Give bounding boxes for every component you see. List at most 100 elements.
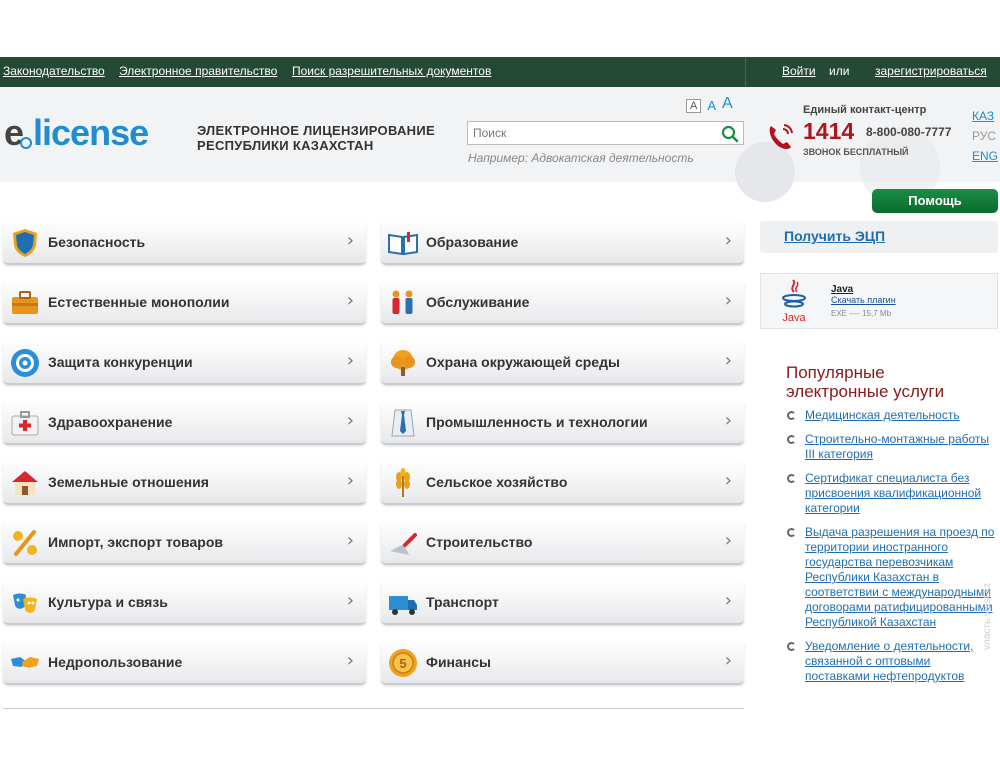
contact-center-title: Единый контакт-центр [803, 104, 927, 116]
nav-legislation-link[interactable]: Законодательство [3, 64, 105, 78]
category-environment[interactable]: Охрана окружающей среды › [381, 341, 744, 385]
top-nav-bar: Законодательство Электронное правительст… [0, 57, 1000, 87]
category-industry-technology[interactable]: Промышленность и технологии › [381, 401, 744, 445]
svg-text:Java: Java [782, 312, 806, 324]
popular-services-title: Популярные электронные услуги [786, 363, 945, 401]
people-icon [392, 290, 413, 314]
watermark: vласть vlast.kz [982, 582, 993, 650]
category-label: Естественные монополии [48, 294, 230, 310]
briefcase-icon [12, 291, 38, 314]
popular-service-link[interactable]: Уведомление о деятельности, связанной с … [805, 639, 973, 683]
bullet-icon [787, 528, 796, 537]
chevron-right-icon: › [724, 290, 732, 311]
category-natural-monopolies[interactable]: Естественные монополии › [3, 281, 366, 325]
lang-eng-link[interactable]: ENG [972, 149, 998, 163]
list-item: Выдача разрешения на проезд по территори… [786, 525, 998, 630]
register-link[interactable]: зарегистрироваться [875, 64, 987, 78]
list-item: Сертификат специалиста без присвоения кв… [786, 471, 998, 516]
list-item: Уведомление о деятельности, связанной с … [786, 639, 998, 684]
category-finance[interactable]: 5 Финансы › [381, 641, 744, 685]
bullet-icon [787, 474, 796, 483]
category-services[interactable]: Обслуживание › [381, 281, 744, 325]
percent-icon [13, 530, 37, 556]
site-logo[interactable]: e license [4, 113, 149, 153]
nav-egov-link[interactable]: Электронное правительство [119, 64, 277, 78]
get-ecp-box: Получить ЭЦП [760, 221, 998, 253]
theater-masks-icon [13, 593, 37, 613]
category-land-relations[interactable]: Земельные отношения › [3, 461, 366, 505]
chevron-right-icon: › [724, 470, 732, 491]
free-call-note: ЗВОНОК БЕСПЛАТНЫЙ [803, 147, 909, 157]
category-label: Образование [426, 234, 519, 250]
category-healthcare[interactable]: Здравоохранение › [3, 401, 366, 445]
font-size-medium-button[interactable]: A [707, 98, 716, 113]
login-link[interactable]: Войти [782, 64, 816, 78]
font-size-large-button[interactable]: A [722, 95, 733, 113]
bullet-icon [787, 411, 796, 420]
category-label: Обслуживание [426, 294, 530, 310]
category-transport[interactable]: Транспорт › [381, 581, 744, 625]
chevron-right-icon: › [346, 230, 354, 251]
category-label: Сельское хозяйство [426, 474, 568, 490]
category-label: Промышленность и технологии [426, 414, 648, 430]
search-input[interactable] [468, 122, 716, 144]
book-icon [388, 232, 418, 256]
java-download-link[interactable]: Скачать плагин [831, 295, 896, 305]
lang-kaz-link[interactable]: КАЗ [972, 109, 998, 123]
java-plugin-box: Java Java Скачать плагин EXE ---- 15,7 M… [760, 273, 998, 329]
target-icon [11, 349, 39, 377]
help-button[interactable]: Помощь [872, 189, 998, 213]
bullet-icon [787, 435, 796, 444]
search-icon[interactable] [721, 125, 739, 143]
coin-icon: 5 [389, 649, 417, 677]
shield-icon [13, 229, 37, 257]
category-education[interactable]: Образование › [381, 221, 744, 265]
chevron-right-icon: › [724, 350, 732, 371]
long-phone-number: 8-800-080-7777 [866, 125, 952, 139]
java-file-info: EXE ---- 15,7 Mb [831, 309, 892, 318]
category-competition[interactable]: Защита конкуренции › [3, 341, 366, 385]
category-label: Транспорт [426, 594, 499, 610]
popular-service-link[interactable]: Выдача разрешения на проезд по территори… [805, 525, 994, 629]
category-security[interactable]: Безопасность › [3, 221, 366, 265]
chevron-right-icon: › [346, 650, 354, 671]
font-size-switcher: A A A [686, 95, 733, 113]
handshake-icon [11, 657, 39, 668]
category-label: Импорт, экспорт товаров [48, 534, 223, 550]
or-text: или [829, 64, 850, 78]
chevron-right-icon: › [346, 470, 354, 491]
nav-permits-search-link[interactable]: Поиск разрешительных документов [292, 64, 491, 78]
get-ecp-link[interactable]: Получить ЭЦП [784, 228, 885, 244]
category-subsoil-use[interactable]: Недропользование › [3, 641, 366, 685]
nav-divider [745, 57, 746, 87]
list-item: Строительно-монтажные работы III категор… [786, 432, 998, 462]
popular-services-list: Медицинская деятельность Строительно-мон… [786, 408, 998, 693]
category-label: Строительство [426, 534, 533, 550]
chevron-right-icon: › [346, 350, 354, 371]
tree-icon [391, 350, 415, 376]
lang-rus-link[interactable]: РУС [972, 129, 998, 143]
house-icon [12, 471, 38, 495]
category-import-export[interactable]: Импорт, экспорт товаров › [3, 521, 366, 565]
category-agriculture[interactable]: Сельское хозяйство › [381, 461, 744, 505]
category-label: Охрана окружающей среды [426, 354, 620, 370]
chevron-right-icon: › [346, 410, 354, 431]
first-aid-kit-icon [11, 411, 39, 436]
category-label: Финансы [426, 654, 491, 670]
popular-service-link[interactable]: Строительно-монтажные работы III категор… [805, 432, 989, 461]
java-title: Java [831, 284, 854, 295]
chevron-right-icon: › [346, 290, 354, 311]
category-culture-communication[interactable]: Культура и связь › [3, 581, 366, 625]
category-label: Безопасность [48, 234, 146, 250]
logo-plus-icon [20, 137, 33, 149]
chevron-right-icon: › [346, 590, 354, 611]
popular-service-link[interactable]: Сертификат специалиста без присвоения кв… [805, 471, 981, 515]
java-logo-icon: Java [782, 279, 806, 324]
contact-center: Единый контакт-центр 1414 8-800-080-7777… [760, 87, 975, 182]
popular-service-link[interactable]: Медицинская деятельность [805, 408, 960, 422]
font-size-small-button[interactable]: A [686, 99, 702, 113]
language-switcher: КАЗ РУС ENG [972, 109, 998, 163]
chevron-right-icon: › [724, 590, 732, 611]
category-construction[interactable]: Строительство › [381, 521, 744, 565]
trowel-icon [390, 533, 417, 555]
